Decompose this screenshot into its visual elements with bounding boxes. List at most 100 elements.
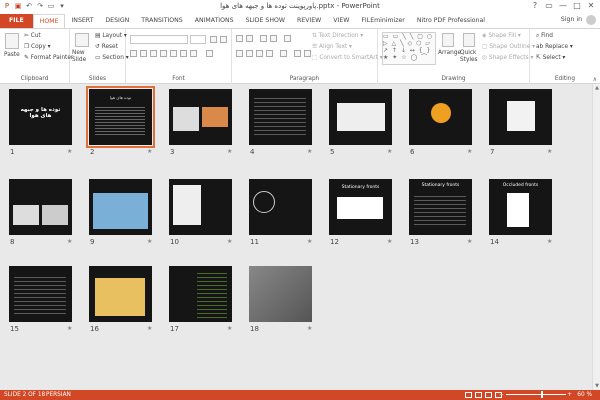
slide-thumbnail[interactable] xyxy=(169,89,232,145)
align-text-button[interactable]: ☰ Align Text ▾ xyxy=(312,44,352,50)
tab-design[interactable]: DESIGN xyxy=(99,14,135,28)
slide-thumbnail[interactable] xyxy=(249,266,312,322)
grow-font-icon[interactable] xyxy=(210,36,217,43)
close-button[interactable]: ✕ xyxy=(584,0,598,12)
paste-button[interactable]: Paste xyxy=(4,52,20,58)
new-slide-button[interactable]: New Slide xyxy=(72,50,96,64)
increase-indent-icon[interactable] xyxy=(270,35,277,42)
slide-thumbnail[interactable] xyxy=(9,179,72,235)
center-icon[interactable] xyxy=(246,50,253,57)
shape-effects-button[interactable]: ◎ Shape Effects ▾ xyxy=(482,55,533,61)
transition-star-icon[interactable]: ★ xyxy=(387,148,392,155)
font-color-icon[interactable] xyxy=(206,50,213,57)
transition-star-icon[interactable]: ★ xyxy=(227,238,232,245)
align-left-icon[interactable] xyxy=(236,50,243,57)
scroll-down-icon[interactable]: ▼ xyxy=(593,382,600,390)
zoom-out-icon[interactable]: − xyxy=(499,390,504,400)
vertical-scrollbar[interactable]: ▲ ▼ xyxy=(592,84,600,390)
change-case-icon[interactable] xyxy=(190,50,197,57)
shape-fill-button[interactable]: ◈ Shape Fill ▾ xyxy=(482,33,521,39)
decrease-indent-icon[interactable] xyxy=(260,35,267,42)
layout-button[interactable]: ▤ Layout ▾ xyxy=(95,33,127,39)
strikethrough-icon[interactable] xyxy=(170,50,177,57)
zoom-slider-knob[interactable] xyxy=(541,391,543,398)
new-slide-icon[interactable] xyxy=(75,33,89,47)
underline-icon[interactable] xyxy=(150,50,157,57)
slide-thumbnail[interactable]: توده های هوا xyxy=(86,86,155,148)
slide-thumbnail[interactable] xyxy=(169,266,232,322)
slide-thumbnail[interactable]: توده ها و جبهه های هوا xyxy=(9,89,72,145)
minimize-button[interactable]: — xyxy=(556,0,570,12)
format-painter-button[interactable]: ✎ Format Painter xyxy=(24,55,73,61)
transition-star-icon[interactable]: ★ xyxy=(147,148,152,155)
transition-star-icon[interactable]: ★ xyxy=(67,148,72,155)
transition-star-icon[interactable]: ★ xyxy=(307,238,312,245)
line-spacing-icon[interactable] xyxy=(284,35,291,42)
tab-view[interactable]: VIEW xyxy=(327,14,355,28)
shape-outline-button[interactable]: ▢ Shape Outline ▾ xyxy=(482,44,535,50)
slide-thumbnail[interactable] xyxy=(169,179,232,235)
tab-home[interactable]: HOME xyxy=(32,14,66,28)
zoom-level[interactable]: 60 % xyxy=(577,390,592,400)
ltr-icon[interactable] xyxy=(294,50,301,57)
transition-star-icon[interactable]: ★ xyxy=(467,148,472,155)
tab-nitro-pdf[interactable]: Nitro PDF Professional xyxy=(411,14,491,28)
bold-icon[interactable] xyxy=(130,50,137,57)
replace-button[interactable]: ab Replace ▾ xyxy=(536,44,573,50)
shapes-gallery[interactable]: ▭ ▭ ╲ ╲ ▢ ○ ▷ △ ╲ ◇ ⬡ ▱ ↗ ↑ ↓ ↔ { } ★ ✦ … xyxy=(382,32,436,65)
language-indicator[interactable]: PERSIAN xyxy=(46,390,71,400)
shadow-icon[interactable] xyxy=(160,50,167,57)
convert-smartart-button[interactable]: ⬚ Convert to SmartArt ▾ xyxy=(312,55,383,61)
char-spacing-icon[interactable] xyxy=(180,50,187,57)
tab-insert[interactable]: INSERT xyxy=(65,14,99,28)
transition-star-icon[interactable]: ★ xyxy=(307,325,312,332)
slide-thumbnail[interactable] xyxy=(329,89,392,145)
transition-star-icon[interactable]: ★ xyxy=(227,148,232,155)
transition-star-icon[interactable]: ★ xyxy=(307,148,312,155)
normal-view-icon[interactable] xyxy=(465,392,472,398)
section-button[interactable]: ▭ Section ▾ xyxy=(95,55,129,61)
slide-thumbnail[interactable] xyxy=(409,89,472,145)
tab-review[interactable]: REVIEW xyxy=(291,14,327,28)
transition-star-icon[interactable]: ★ xyxy=(67,238,72,245)
transition-star-icon[interactable]: ★ xyxy=(387,238,392,245)
tab-file[interactable]: FILE xyxy=(0,14,33,28)
justify-icon[interactable] xyxy=(266,50,273,57)
slide-thumbnail[interactable]: Stationary fronts xyxy=(329,179,392,235)
transition-star-icon[interactable]: ★ xyxy=(547,238,552,245)
slide-thumbnail[interactable] xyxy=(249,89,312,145)
tab-transitions[interactable]: TRANSITIONS xyxy=(135,14,188,28)
avatar[interactable] xyxy=(586,15,596,25)
sign-in-link[interactable]: Sign in xyxy=(561,16,582,23)
shrink-font-icon[interactable] xyxy=(220,36,227,43)
slide-thumbnail[interactable]: Stationary fronts xyxy=(409,179,472,235)
tab-slide-show[interactable]: SLIDE SHOW xyxy=(240,14,291,28)
slide-thumbnail[interactable] xyxy=(89,179,152,235)
italic-icon[interactable] xyxy=(140,50,147,57)
transition-star-icon[interactable]: ★ xyxy=(147,238,152,245)
slide-thumbnail[interactable]: Occluded fronts xyxy=(489,179,552,235)
slide-thumbnail[interactable] xyxy=(249,179,312,235)
maximize-button[interactable]: □ xyxy=(570,0,584,12)
quick-styles-button[interactable]: Quick Styles xyxy=(460,50,482,64)
arrange-icon[interactable] xyxy=(442,33,454,47)
slide-thumbnail[interactable] xyxy=(489,89,552,145)
cut-button[interactable]: ✂ Cut xyxy=(24,33,41,39)
reading-view-icon[interactable] xyxy=(485,392,492,398)
slide-thumbnail[interactable] xyxy=(89,266,152,322)
slide-thumbnail[interactable] xyxy=(9,266,72,322)
align-right-icon[interactable] xyxy=(256,50,263,57)
bullets-icon[interactable] xyxy=(236,35,243,42)
transition-star-icon[interactable]: ★ xyxy=(67,325,72,332)
font-name-combo[interactable] xyxy=(130,35,188,44)
transition-star-icon[interactable]: ★ xyxy=(147,325,152,332)
paste-icon[interactable] xyxy=(5,33,19,49)
tab-fileminimizer[interactable]: FILEminimizer xyxy=(355,14,410,28)
reset-button[interactable]: ↺ Reset xyxy=(95,44,118,50)
arrange-button[interactable]: Arrange xyxy=(438,50,461,56)
collapse-ribbon-icon[interactable]: ∧ xyxy=(593,76,597,83)
rtl-icon[interactable] xyxy=(304,50,311,57)
slide-sorter-icon[interactable] xyxy=(475,392,482,398)
transition-star-icon[interactable]: ★ xyxy=(467,238,472,245)
font-size-combo[interactable] xyxy=(190,35,206,44)
